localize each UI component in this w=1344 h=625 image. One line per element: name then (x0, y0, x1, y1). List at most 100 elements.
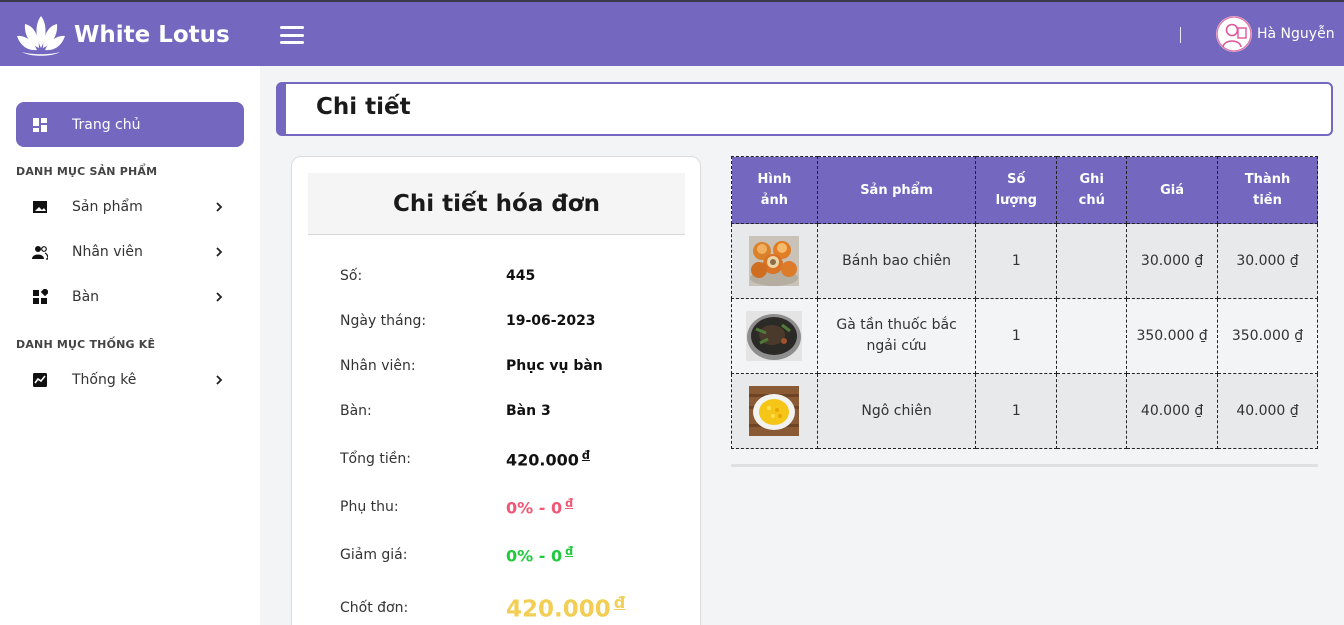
table-row[interactable]: Bánh bao chiên 1 30.000 ₫ 30.000 ₫ (731, 223, 1318, 299)
note (1056, 373, 1128, 449)
sidebar-item-label: Thống kê (72, 372, 137, 388)
quantity: 1 (975, 373, 1058, 449)
sidebar-section-title: DANH MỤC THỐNG KÊ (16, 338, 156, 351)
user-name: Hà Nguyễn (1257, 26, 1335, 42)
amount: 420.000 (506, 596, 611, 623)
quantity: 1 (975, 298, 1058, 374)
table-bottom-divider (731, 464, 1318, 467)
table-header-row: Hình ảnh Sản phẩm Số lượng Ghi chú Giá T… (731, 156, 1318, 224)
invoice-label: Nhân viên: (340, 358, 416, 374)
chevron-right-icon (216, 247, 223, 257)
dashboard-icon (33, 117, 47, 132)
column-header-image: Hình ảnh (731, 156, 818, 224)
herbal-chicken-photo (746, 311, 803, 361)
invoice-row-number: Số: 445 (340, 268, 680, 284)
line-total: 30.000 ₫ (1217, 223, 1318, 299)
price: 40.000 ₫ (1126, 373, 1218, 449)
image-icon (32, 199, 48, 215)
currency-symbol: đ (565, 497, 574, 510)
lotus-logo (17, 16, 65, 56)
sidebar-item-products[interactable]: Sản phẩm (16, 189, 244, 225)
invoice-row-staff: Nhân viên: Phục vụ bàn (340, 358, 680, 374)
column-header-product: Sản phẩm (816, 156, 977, 224)
invoice-row-final: Chốt đơn: 420.000 đ (340, 593, 680, 623)
page-title: Chi tiết (316, 94, 411, 120)
amount: 0% - 0 (506, 546, 563, 566)
sidebar-item-staff[interactable]: Nhân viên (16, 234, 244, 270)
product-image-cell (731, 373, 818, 449)
sidebar-item-home[interactable]: Trang chủ (16, 102, 244, 147)
amount: 0% - 0 (506, 498, 563, 518)
sidebar-item-label: Sản phẩm (72, 199, 143, 215)
invoice-label: Chốt đơn: (340, 599, 409, 616)
grid-icon (32, 289, 48, 305)
invoice-row-date: Ngày tháng: 19-06-2023 (340, 313, 680, 329)
product-image-cell (731, 298, 818, 374)
column-header-total: Thành tiền (1217, 156, 1318, 224)
menu-toggle-icon[interactable] (280, 26, 304, 44)
invoice-card-header: Chi tiết hóa đơn (308, 173, 685, 235)
header-divider (1180, 27, 1181, 43)
table-row[interactable]: Gà tần thuốc bắc ngải cứu 1 350.000 ₫ 35… (731, 298, 1318, 374)
brand[interactable]: White Lotus (16, 12, 230, 58)
column-header-note: Ghi chú (1056, 156, 1128, 224)
invoice-label: Giảm giá: (340, 547, 408, 564)
top-bar: White Lotus Hà Nguyễn (0, 0, 1344, 66)
page-title-bar: Chi tiết (276, 82, 1333, 136)
fried-buns-photo (749, 236, 800, 286)
invoice-label: Ngày tháng: (340, 313, 427, 329)
sidebar-section-title: DANH MỤC SẢN PHẨM (16, 165, 158, 178)
chart-icon (32, 372, 48, 388)
invoice-card: Chi tiết hóa đơn Số: 445 Ngày tháng: 19-… (291, 156, 701, 625)
price: 30.000 ₫ (1126, 223, 1218, 299)
note (1056, 298, 1128, 374)
sidebar-item-tables[interactable]: Bàn (16, 279, 244, 315)
invoice-row-surcharge: Phụ thu: 0% - 0đ (340, 497, 680, 517)
product-name: Gà tần thuốc bắc ngải cứu (816, 298, 977, 374)
currency-symbol: đ (613, 593, 626, 612)
product-name: Bánh bao chiên (816, 223, 977, 299)
user-avatar-icon (1216, 16, 1252, 52)
order-items-table: Hình ảnh Sản phẩm Số lượng Ghi chú Giá T… (731, 156, 1318, 449)
amount: 420.000 (506, 450, 579, 470)
table-row[interactable]: Ngô chiên 1 40.000 ₫ 40.000 ₫ (731, 373, 1318, 449)
line-total: 40.000 ₫ (1217, 373, 1318, 449)
invoice-label: Tổng tiền: (340, 451, 411, 468)
brand-name: White Lotus (74, 22, 230, 48)
invoice-value: 19-06-2023 (506, 313, 596, 329)
invoice-value: 420.000 đ (506, 449, 590, 469)
avatar (1216, 16, 1252, 52)
sidebar-item-label: Nhân viên (72, 244, 143, 260)
price: 350.000 ₫ (1126, 298, 1218, 374)
invoice-row-subtotal: Tổng tiền: 420.000 đ (340, 449, 680, 469)
column-header-price: Giá (1126, 156, 1218, 224)
chevron-right-icon (216, 292, 223, 302)
user-menu[interactable]: Hà Nguyễn (1216, 16, 1335, 52)
invoice-label: Số: (340, 268, 363, 284)
invoice-value: Bàn 3 (506, 403, 551, 419)
sidebar-item-label: Trang chủ (72, 116, 141, 133)
invoice-row-discount: Giảm giá: 0% - 0đ (340, 545, 680, 565)
currency-symbol: đ (581, 449, 590, 462)
invoice-value: 420.000 đ (506, 593, 625, 623)
invoice-label: Bàn: (340, 403, 372, 419)
note (1056, 223, 1128, 299)
invoice-row-table: Bàn: Bàn 3 (340, 403, 680, 419)
fried-corn-photo (749, 386, 800, 436)
invoice-value: 445 (506, 268, 536, 284)
product-image-cell (731, 223, 818, 299)
sidebar-item-statistics[interactable]: Thống kê (16, 362, 244, 398)
invoice-label: Phụ thu: (340, 499, 399, 516)
column-header-quantity: Số lượng (975, 156, 1058, 224)
chevron-right-icon (216, 375, 223, 385)
invoice-value: Phục vụ bàn (506, 358, 603, 374)
currency-symbol: đ (565, 545, 574, 558)
sidebar-item-label: Bàn (72, 289, 100, 305)
product-name: Ngô chiên (816, 373, 977, 449)
users-icon (32, 244, 48, 260)
invoice-value: 0% - 0đ (506, 545, 573, 565)
chevron-right-icon (216, 202, 223, 212)
sidebar: Trang chủ DANH MỤC SẢN PHẨM Sản phẩm Nhâ… (0, 66, 260, 625)
line-total: 350.000 ₫ (1217, 298, 1318, 374)
invoice-title: Chi tiết hóa đơn (393, 190, 600, 217)
